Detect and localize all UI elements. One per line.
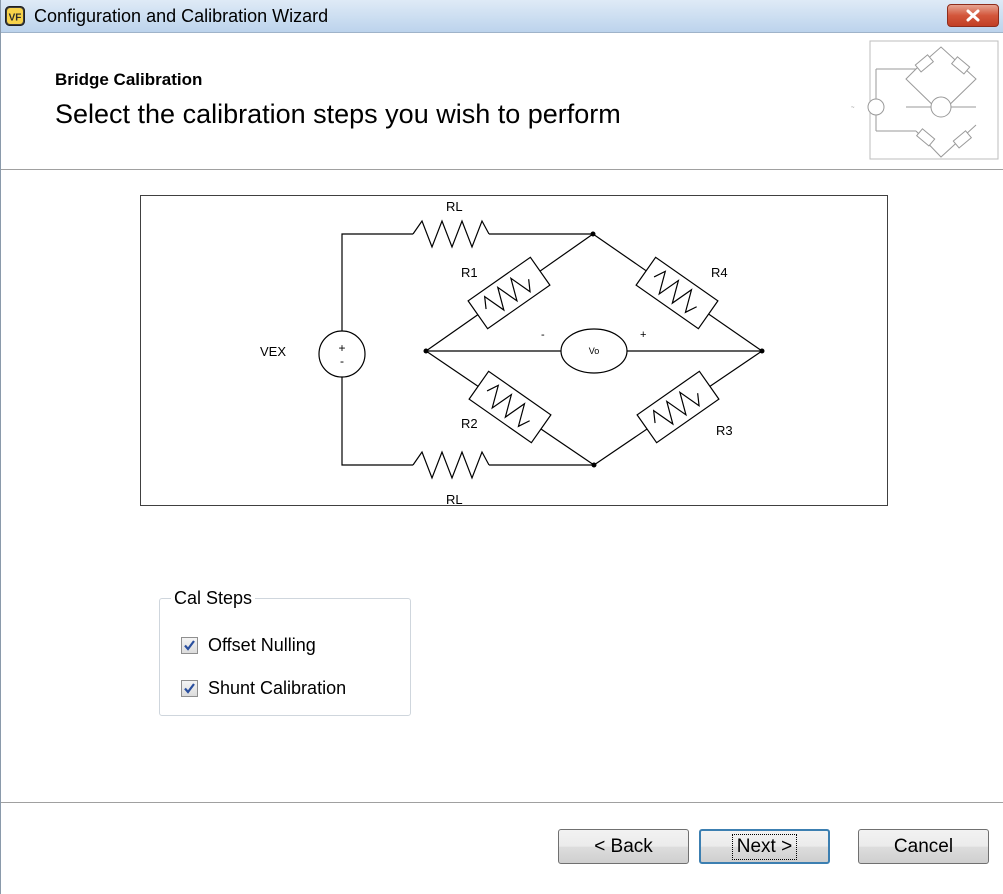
vex-minus-sign: -	[340, 354, 344, 368]
offset-nulling-checkbox-row[interactable]: Offset Nulling	[181, 634, 316, 656]
cal-steps-legend: Cal Steps	[171, 588, 256, 609]
shunt-calibration-label[interactable]: Shunt Calibration	[208, 678, 346, 699]
r1-label: R1	[461, 265, 478, 280]
rl-top-label: RL	[446, 199, 463, 214]
vo-plus-sign: +	[640, 329, 646, 341]
rl-bottom-label: RL	[446, 492, 463, 507]
wizard-header: Bridge Calibration Select the calibratio…	[1, 33, 1003, 170]
svg-text:~: ~	[851, 105, 855, 111]
footer-separator	[1, 802, 1003, 804]
close-button[interactable]	[947, 4, 999, 27]
r3-label: R3	[716, 423, 733, 438]
shunt-calibration-checkbox-row[interactable]: Shunt Calibration	[181, 677, 346, 699]
vo-label: Vo	[589, 346, 600, 356]
bridge-schematic: + - VEX Vo - + R1 R4 R2 R3 RL RL	[140, 195, 888, 507]
back-button[interactable]: < Back	[558, 829, 689, 864]
vex-label: VEX	[260, 344, 286, 359]
vex-plus-sign: +	[338, 341, 345, 355]
cancel-button[interactable]: Cancel	[858, 829, 989, 864]
svg-text:VF: VF	[9, 13, 22, 24]
offset-nulling-label[interactable]: Offset Nulling	[208, 635, 316, 656]
shunt-calibration-checkbox[interactable]	[181, 679, 198, 697]
r4-label: R4	[711, 265, 728, 280]
window-title: Configuration and Calibration Wizard	[34, 6, 329, 26]
vo-minus-sign: -	[541, 329, 545, 341]
close-icon	[966, 9, 980, 22]
next-button[interactable]: Next >	[699, 829, 830, 864]
offset-nulling-checkbox[interactable]	[181, 636, 198, 654]
checkmark-icon	[184, 639, 195, 651]
page-title: Select the calibration steps you wish to…	[55, 99, 621, 129]
page-subtitle: Bridge Calibration	[55, 70, 203, 89]
vf-app-icon: VF	[5, 6, 25, 26]
r2-label: R2	[461, 416, 478, 431]
wizard-window: VF Configuration and Calibration Wizard …	[0, 0, 1003, 894]
next-button-label: Next >	[731, 833, 798, 860]
title-bar[interactable]: VF Configuration and Calibration Wizard	[1, 0, 1003, 33]
bridge-circuit-thumbnail: ~	[851, 40, 999, 160]
checkmark-icon	[184, 682, 195, 694]
